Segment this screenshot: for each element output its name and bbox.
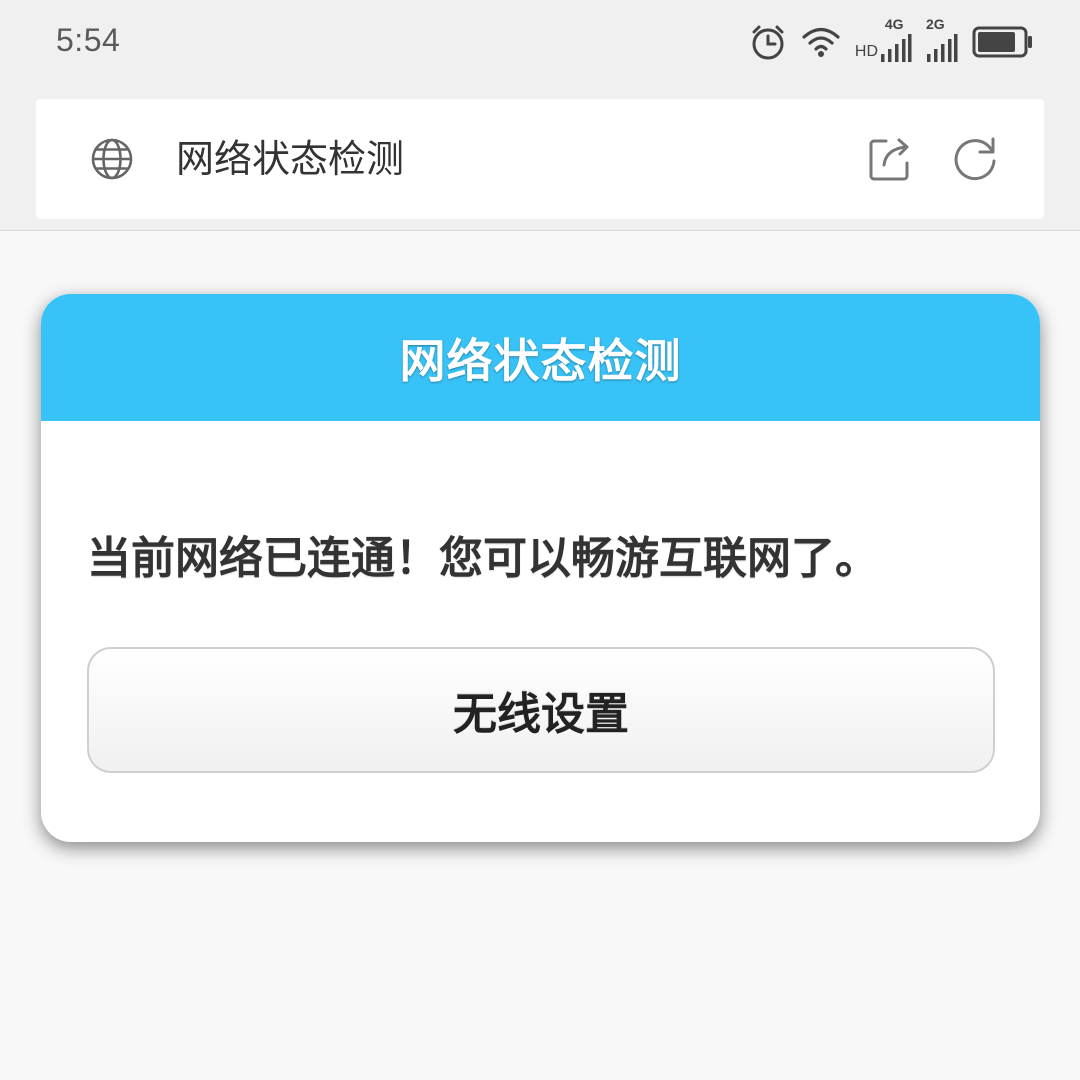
status-bar: 5:54 HD 4G 2G	[0, 0, 1080, 88]
wifi-settings-button[interactable]: 无线设置	[87, 647, 995, 773]
network-status-dialog: 网络状态检测 当前网络已连通！您可以畅游互联网了。 无线设置	[41, 294, 1040, 842]
address-bar[interactable]: 网络状态检测	[36, 99, 1044, 219]
screen: 5:54 HD 4G 2G 网络状态检测 网络状态检测 当前网络已连通！您可以畅…	[0, 0, 1080, 1080]
refresh-icon[interactable]	[950, 133, 1000, 187]
network-type-4g: 4G	[884, 16, 904, 32]
page-title[interactable]: 网络状态检测	[176, 135, 404, 183]
dialog-message: 当前网络已连通！您可以畅游互联网了。	[87, 533, 879, 584]
wifi-icon	[801, 25, 841, 59]
network-2g: 2G	[926, 16, 958, 62]
network-type-2g: 2G	[926, 16, 945, 32]
status-icons: HD 4G 2G	[749, 16, 1034, 64]
wifi-settings-label: 无线设置	[453, 689, 629, 740]
dialog-title: 网络状态检测	[399, 333, 682, 388]
share-icon[interactable]	[866, 133, 916, 187]
alarm-icon	[749, 23, 787, 61]
status-time: 5:54	[56, 22, 121, 58]
dialog-header: 网络状态检测	[41, 294, 1040, 421]
globe-icon[interactable]	[90, 137, 134, 185]
network-4g: HD 4G	[854, 16, 912, 62]
hd-label: HD	[854, 43, 878, 60]
signal-icon	[880, 32, 912, 62]
battery-icon	[972, 26, 1034, 58]
signal-icon	[926, 32, 958, 62]
